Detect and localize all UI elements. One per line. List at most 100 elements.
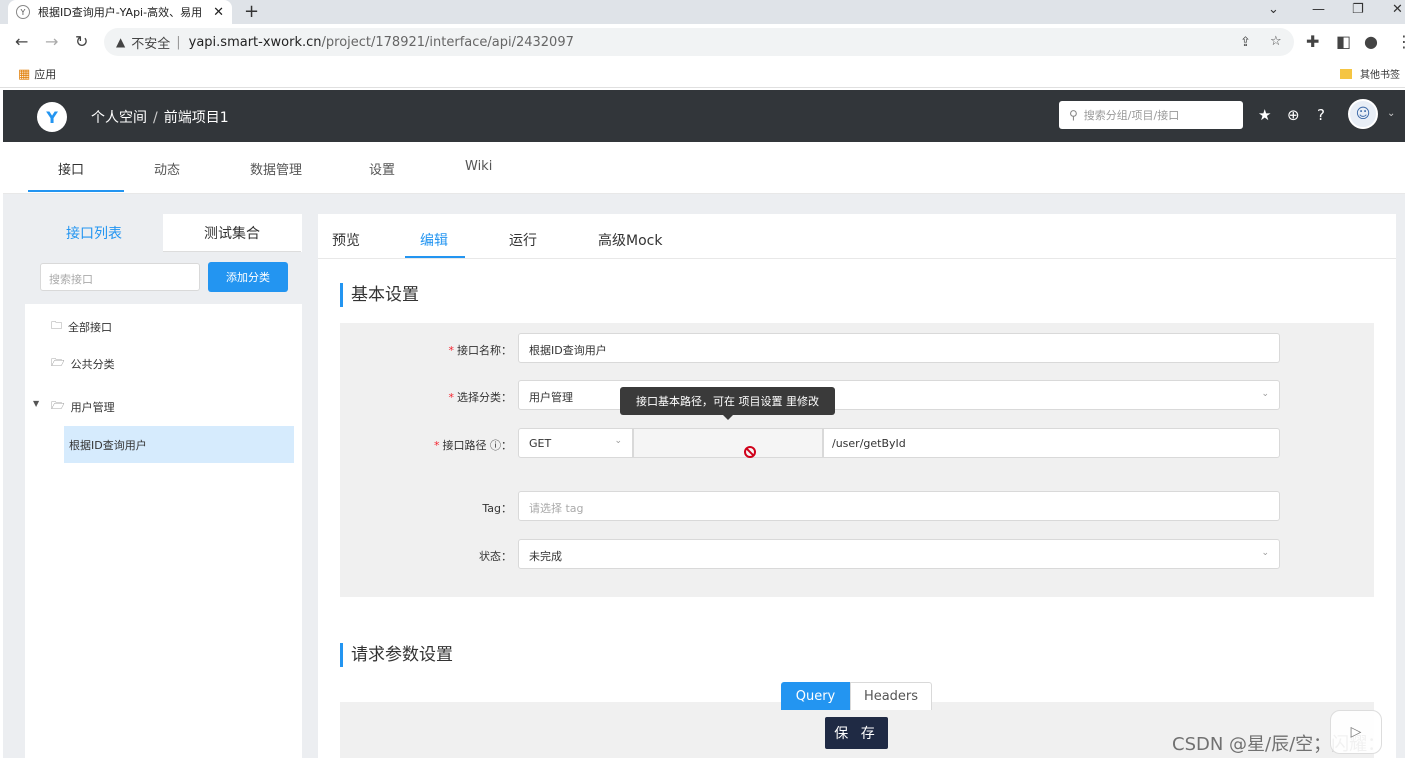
subnav-settings[interactable]: 设置	[369, 159, 395, 178]
sidepanel-icon[interactable]: ◧	[1336, 32, 1351, 51]
required-mark: *	[448, 391, 455, 404]
tab-preview[interactable]: 预览	[332, 230, 360, 250]
tree-item-public[interactable]: 🗁 公共分类	[51, 354, 115, 373]
chevron-down-icon[interactable]: ⌄	[1387, 108, 1395, 119]
folder-icon: 🗁	[51, 399, 65, 412]
address-bar: ← → ↻ ▲ 不安全 | yapi.smart-xwork.cn /proje…	[0, 24, 1405, 60]
status-value: 未完成	[529, 550, 562, 563]
chevron-down-icon: ⌄	[1261, 548, 1269, 558]
subnav-interface[interactable]: 接口	[58, 159, 84, 178]
tree-item-selected[interactable]: 根据ID查询用户	[64, 426, 294, 463]
browser-tabstrip: Y 根据ID查询用户-YApi-高效、易用 ✕ + ⌄ — ❐ ✕	[0, 0, 1405, 24]
video-icon[interactable]: ▷	[1330, 710, 1382, 754]
search-icon: ⚲	[1069, 108, 1078, 122]
app-header: Y 个人空间 / 前端项目1 ⚲ 搜索分组/项目/接口 ★ ⊕ ? ☺ ⌄	[3, 90, 1405, 142]
puzzle-icon[interactable]: ✚	[1306, 32, 1319, 51]
avatar[interactable]: ☺	[1348, 99, 1378, 129]
browser-tab[interactable]: Y 根据ID查询用户-YApi-高效、易用 ✕	[8, 0, 232, 24]
caret-down-icon[interactable]: ▼	[33, 399, 39, 408]
restore-icon[interactable]: ❐	[1352, 2, 1364, 17]
apps-grid-icon: ▦	[18, 66, 30, 82]
tab-close-icon[interactable]: ✕	[213, 5, 224, 20]
base-path-field	[633, 428, 823, 458]
favicon-icon: Y	[16, 5, 30, 19]
yapi-logo[interactable]: Y	[37, 102, 67, 132]
project-subnav: 接口 动态 数据管理 设置 Wiki	[3, 142, 1405, 194]
tab-advanced-mock[interactable]: 高级Mock	[598, 230, 662, 250]
status-label: 状态：	[479, 550, 512, 563]
help-icon[interactable]: ?	[1317, 106, 1325, 124]
tab-query[interactable]: Query	[781, 682, 850, 710]
save-button[interactable]: 保 存	[825, 717, 888, 749]
tree-item-label: 全部接口	[68, 320, 112, 334]
bookmark-apps-label: 应用	[34, 68, 57, 81]
folder-icon	[1340, 68, 1352, 79]
chevron-down-icon: ⌄	[614, 436, 622, 446]
folder-icon: 🗀	[51, 319, 62, 332]
method-value: GET	[529, 437, 552, 450]
basic-settings-form: * 接口名称： 根据ID查询用户 * 选择分类： 用户管理 ⌄ * 接口路径 ⓘ： G…	[340, 323, 1374, 597]
tag-label: Tag：	[482, 502, 512, 515]
global-search-input[interactable]: ⚲ 搜索分组/项目/接口	[1059, 101, 1243, 129]
question-circle-icon[interactable]: ⓘ	[490, 439, 501, 452]
tab-interface-list[interactable]: 接口列表	[25, 214, 163, 252]
section-title-basic: 基本设置	[340, 283, 419, 307]
more-icon[interactable]: ⋮	[1396, 32, 1405, 51]
method-select[interactable]: GET ⌄	[518, 428, 633, 458]
star-icon[interactable]: ★	[1258, 106, 1271, 124]
status-select[interactable]: 未完成 ⌄	[518, 539, 1280, 569]
required-mark: *	[434, 439, 440, 452]
subnav-data[interactable]: 数据管理	[250, 159, 302, 178]
category-value: 用户管理	[529, 391, 573, 404]
star-icon[interactable]: ☆	[1270, 34, 1282, 49]
tab-headers[interactable]: Headers	[850, 682, 932, 710]
breadcrumb-space[interactable]: 个人空间	[91, 110, 147, 126]
tab-run[interactable]: 运行	[509, 230, 537, 250]
tree-item-user-mgmt[interactable]: 🗁 用户管理	[51, 397, 115, 416]
tab-title: 根据ID查询用户-YApi-高效、易用	[38, 6, 203, 19]
required-mark: *	[448, 344, 455, 357]
interface-search-input[interactable]: 搜索接口	[40, 263, 200, 291]
bookmark-other[interactable]: 其他书签	[1340, 66, 1400, 81]
breadcrumb-separator: /	[153, 110, 158, 126]
chevron-down-icon: ⌄	[1261, 389, 1269, 399]
add-icon[interactable]: ⊕	[1287, 106, 1300, 124]
subnav-wiki[interactable]: Wiki	[465, 159, 492, 174]
omnibox[interactable]: ▲ 不安全 | yapi.smart-xwork.cn /project/178…	[104, 28, 1294, 56]
subnav-activity[interactable]: 动态	[154, 159, 180, 178]
tree-item-label: 用户管理	[70, 400, 115, 414]
category-label: * 选择分类：	[448, 391, 513, 404]
separator: |	[176, 34, 181, 50]
tab-divider	[318, 258, 1396, 259]
bookmarks-bar: ▦ 应用 其他书签	[0, 60, 1405, 88]
minimize-icon[interactable]: —	[1312, 2, 1325, 17]
tab-edit[interactable]: 编辑	[420, 230, 448, 250]
interface-detail: 预览 编辑 运行 高级Mock 基本设置 * 接口名称： 根据ID查询用户 * 选择…	[318, 214, 1396, 758]
tag-select[interactable]: 请选择 tag	[518, 491, 1280, 521]
folder-icon: 🗁	[51, 356, 65, 369]
add-category-button[interactable]: 添加分类	[208, 262, 288, 292]
search-placeholder: 搜索分组/项目/接口	[1083, 109, 1180, 122]
path-label: * 接口路径 ⓘ：	[434, 439, 512, 452]
security-label[interactable]: 不安全	[131, 33, 170, 52]
tab-search-icon[interactable]: ⌄	[1268, 2, 1279, 17]
forward-icon[interactable]: →	[45, 32, 58, 51]
new-tab-button[interactable]: +	[244, 1, 259, 22]
tab-test-collection[interactable]: 测试集合	[163, 214, 301, 252]
bookmark-apps[interactable]: ▦ 应用	[18, 66, 56, 82]
url-path: /project/178921/interface/api/2432097	[321, 34, 574, 50]
breadcrumb-project[interactable]: 前端项目1	[164, 110, 229, 126]
close-window-icon[interactable]: ✕	[1392, 2, 1403, 17]
reload-icon[interactable]: ↻	[75, 32, 88, 51]
interface-name-input[interactable]: 根据ID查询用户	[518, 333, 1280, 363]
breadcrumb: 个人空间 / 前端项目1	[91, 107, 229, 127]
tab-active-indicator	[405, 256, 465, 258]
path-input[interactable]: /user/getById	[823, 428, 1280, 458]
bookmark-other-label: 其他书签	[1360, 70, 1400, 81]
share-icon[interactable]: ⇪	[1240, 35, 1251, 50]
subnav-active-indicator	[28, 190, 124, 192]
section-title-request: 请求参数设置	[340, 643, 453, 667]
tree-item-all[interactable]: 🗀 全部接口	[51, 317, 112, 336]
back-icon[interactable]: ←	[15, 32, 28, 51]
profile-icon[interactable]: ●	[1364, 32, 1378, 51]
